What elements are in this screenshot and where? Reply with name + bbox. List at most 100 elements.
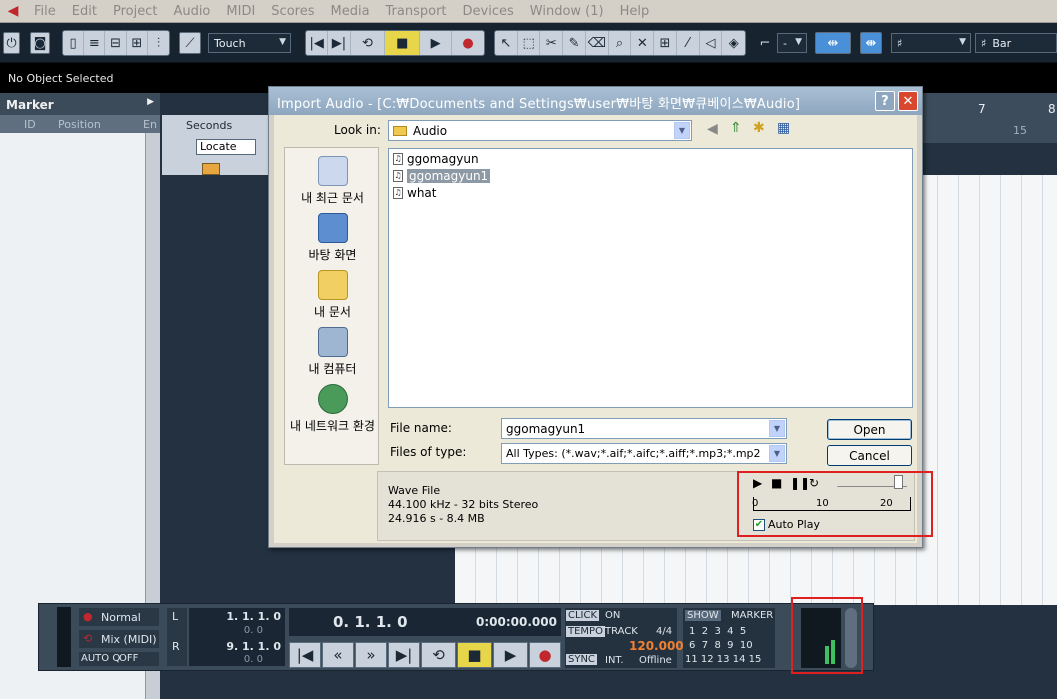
preview-position-scale[interactable]: 0 10 20 <box>752 497 911 511</box>
view-menu-icon[interactable]: ▦ <box>777 120 790 136</box>
cancel-button[interactable]: Cancel <box>827 445 912 466</box>
place-computer[interactable]: 내 컴퓨터 <box>285 327 380 377</box>
marker-panel-header[interactable]: Marker ▶ <box>0 93 160 115</box>
rewind-button[interactable]: « <box>322 642 354 668</box>
col-id[interactable]: ID <box>24 118 36 131</box>
zoom-tool-icon[interactable]: ⌕ <box>609 31 632 55</box>
line-tool-icon[interactable]: ⁄ <box>677 31 700 55</box>
dialog-title-bar[interactable]: Import Audio - [C:₩Documents and Setting… <box>269 87 922 115</box>
look-in-dropdown[interactable]: Audio ▼ <box>388 120 692 141</box>
menu-edit[interactable]: Edit <box>64 4 105 19</box>
draw-tool-icon[interactable]: ✎ <box>563 31 586 55</box>
go-to-start-button[interactable]: |◀ <box>289 642 321 668</box>
record-icon[interactable]: ● <box>452 31 484 55</box>
sync-button[interactable]: SYNC <box>566 654 597 665</box>
menu-scores[interactable]: Scores <box>263 4 322 19</box>
back-icon[interactable]: ◀ <box>707 121 718 137</box>
file-name-input[interactable]: ggomagyun1 ▼ <box>501 418 787 439</box>
col-position[interactable]: Position <box>58 118 101 131</box>
locators[interactable]: 1. 1. 1. 0 0. 0 9. 1. 1. 0 0. 0 <box>189 608 285 666</box>
mixer-icon[interactable]: ⫶ <box>148 31 169 55</box>
quantize-dropdown[interactable]: - ▼ <box>777 33 807 53</box>
timeline-ruler[interactable]: 7 8 15 <box>918 93 1057 143</box>
stop-icon[interactable]: ■ <box>385 31 421 55</box>
tempo-button[interactable]: TEMPO <box>566 626 605 637</box>
menu-transport[interactable]: Transport <box>378 4 455 19</box>
up-folder-icon[interactable]: ⇑ <box>730 120 742 136</box>
preview-pause-icon[interactable]: ❚❚ <box>790 476 810 490</box>
fast-forward-button[interactable]: » <box>355 642 387 668</box>
locate-dropdown[interactable]: Locate <box>196 139 256 155</box>
menu-project[interactable]: Project <box>105 4 165 19</box>
pool-icon[interactable]: ⊞ <box>127 31 148 55</box>
show-markers-button[interactable]: SHOW <box>685 610 721 621</box>
play-tool-icon[interactable]: ◁ <box>700 31 723 55</box>
object-selection-tool-icon[interactable]: ↖ <box>495 31 518 55</box>
overview-toggle-icon[interactable]: ⊟ <box>105 31 127 55</box>
list-item[interactable]: ♫ ggomagyun1 <box>393 168 491 184</box>
menu-media[interactable]: Media <box>322 4 377 19</box>
preview-play-icon[interactable]: ▶ <box>753 476 762 490</box>
auto-quantize[interactable]: AUTO Q OFF <box>79 652 159 666</box>
place-documents[interactable]: 내 문서 <box>285 270 380 320</box>
help-icon[interactable]: ? <box>875 91 895 111</box>
cycle-button[interactable]: ⟲ <box>421 642 456 668</box>
files-of-type-dropdown[interactable]: All Types: (*.wav;*.aif;*.aifc;*.aiff;*.… <box>501 443 787 464</box>
mute-tool-icon[interactable]: ✕ <box>631 31 655 55</box>
activate-project-icon[interactable]: ⏻ <box>3 32 20 54</box>
menu-audio[interactable]: Audio <box>165 4 218 19</box>
go-to-start-icon[interactable]: |◀ <box>306 31 329 55</box>
file-list[interactable]: ♫ ggomagyun ♫ ggomagyun1 ♫ what <box>388 148 913 408</box>
cycle-record-mode-selector[interactable]: ⟲ Mix (MIDI) <box>79 630 159 648</box>
stop-button[interactable]: ■ <box>457 642 492 668</box>
new-folder-icon[interactable]: ✱ <box>753 120 765 136</box>
marker-buttons-row[interactable]: 1 2 3 4 5 <box>689 626 746 637</box>
menu-help[interactable]: Help <box>612 4 658 19</box>
cycle-icon[interactable]: ⟲ <box>351 31 386 55</box>
auto-play-checkbox[interactable]: ✔ <box>753 519 765 531</box>
menu-midi[interactable]: MIDI <box>218 4 263 19</box>
volume-slider-thumb[interactable] <box>894 475 903 489</box>
play-button[interactable]: ▶ <box>493 642 528 668</box>
go-to-end-icon[interactable]: ▶| <box>328 31 351 55</box>
list-item[interactable]: ♫ ggomagyun <box>393 151 479 167</box>
record-mode-value: Normal <box>101 611 141 624</box>
list-item[interactable]: ♫ what <box>393 185 436 201</box>
menu-file[interactable]: File <box>26 4 64 19</box>
preview-loop-icon[interactable]: ↻ <box>809 476 819 490</box>
automation-icon[interactable]: ⟋ <box>179 32 201 54</box>
place-recent[interactable]: 내 최근 문서 <box>285 156 380 206</box>
auto-scroll-icon[interactable]: ⌐ <box>755 32 775 54</box>
position-display[interactable]: 0. 1. 1. 0 0:00:00.000 <box>289 608 561 636</box>
go-to-end-button[interactable]: ▶| <box>388 642 420 668</box>
grid-dropdown[interactable]: ♯ ▼ <box>891 33 971 53</box>
play-icon[interactable]: ▶ <box>420 31 453 55</box>
erase-tool-icon[interactable]: ⌫ <box>586 31 609 55</box>
expand-arrow-icon[interactable]: ▶ <box>147 97 154 107</box>
marker-buttons-row[interactable]: 11 12 13 14 15 <box>685 654 761 665</box>
snap-type-dropdown[interactable]: ♯ Bar <box>975 33 1057 53</box>
automation-mode-dropdown[interactable]: Touch ▼ <box>208 33 291 53</box>
marker-buttons-row[interactable]: 6 7 8 9 10 <box>689 640 753 651</box>
open-button[interactable]: Open <box>827 419 912 440</box>
menu-devices[interactable]: Devices <box>455 4 522 19</box>
preview-stop-icon[interactable]: ■ <box>771 476 782 490</box>
range-selection-tool-icon[interactable]: ⬚ <box>518 31 541 55</box>
place-network[interactable]: 내 네트워크 환경 <box>285 384 380 434</box>
snap-mode-icon[interactable]: ⇹ <box>815 32 851 54</box>
inspector-toggle-icon[interactable]: ▯ <box>63 31 85 55</box>
col-end[interactable]: En <box>143 118 157 131</box>
place-desktop[interactable]: 바탕 화면 <box>285 213 380 263</box>
snap-to-zero-icon[interactable]: ⇼ <box>860 32 882 54</box>
close-icon[interactable]: ✕ <box>898 91 918 111</box>
color-tool-icon[interactable]: ◈ <box>722 31 745 55</box>
time-warp-tool-icon[interactable]: ⊞ <box>654 31 677 55</box>
constrain-delay-icon[interactable]: ◙ <box>30 32 50 54</box>
audio-track-icon[interactable] <box>202 163 220 175</box>
record-button[interactable]: ● <box>529 642 561 668</box>
info-line-toggle-icon[interactable]: ≡ <box>84 31 106 55</box>
record-mode-selector[interactable]: ● Normal <box>79 608 159 626</box>
click-button[interactable]: CLICK <box>566 610 600 621</box>
split-tool-icon[interactable]: ✂ <box>540 31 564 55</box>
menu-window[interactable]: Window (1) <box>522 4 612 19</box>
